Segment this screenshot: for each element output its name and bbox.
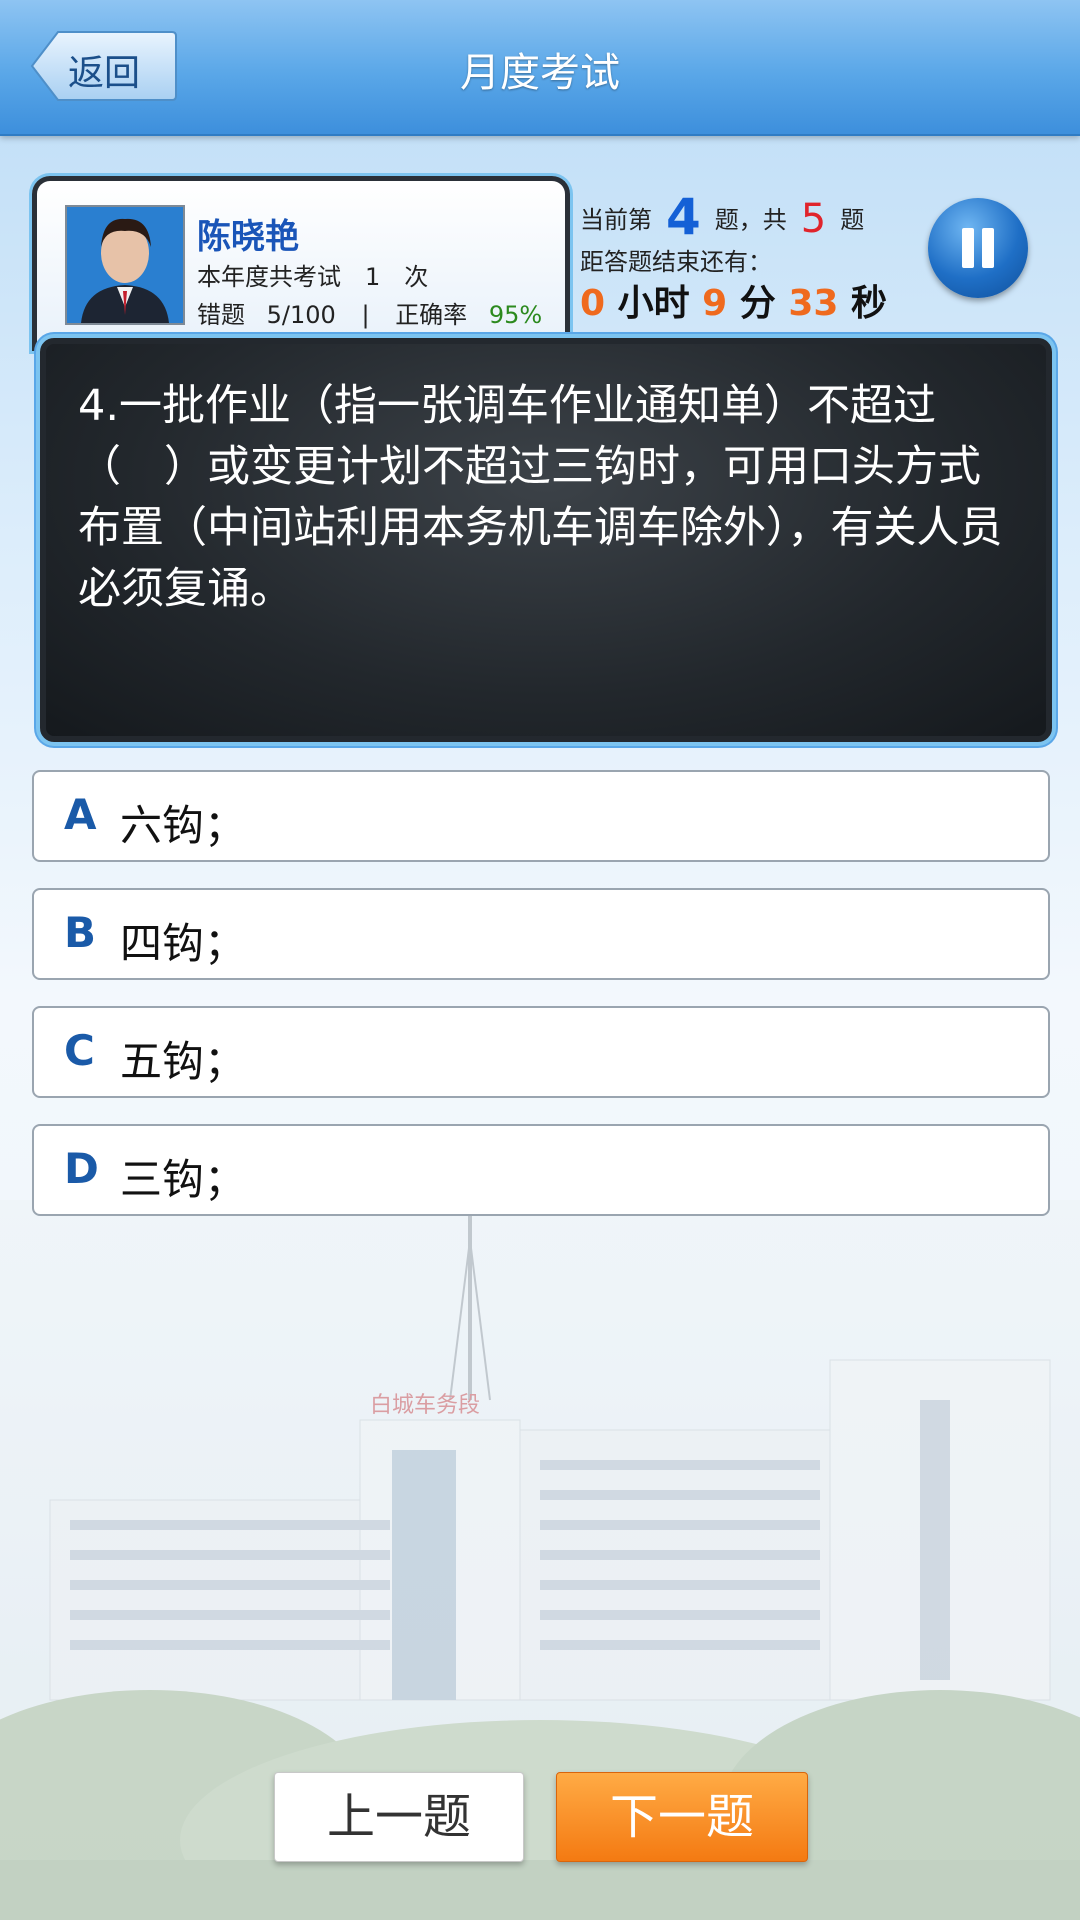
pause-button[interactable]	[928, 198, 1028, 298]
question-board: 4.一批作业（指一张调车作业通知单）不超过（ ）或变更计划不超过三钩时，可用口头…	[40, 338, 1052, 742]
user-profile-card: 陈晓艳 本年度共考试 1 次 错题 5/100 | 正确率 95%	[32, 176, 570, 351]
avatar	[65, 205, 185, 325]
total-prefix: 题，共	[714, 206, 787, 234]
next-question-button[interactable]: 下一题	[556, 1772, 808, 1862]
top-navigation-bar: 返回 月度考试	[0, 0, 1080, 136]
option-text: 四钩；	[120, 919, 247, 968]
option-text: 三钩；	[120, 1155, 247, 1204]
option-b[interactable]: B 四钩；	[32, 888, 1050, 980]
option-letter: A	[64, 790, 97, 839]
separator: |	[361, 301, 370, 329]
option-letter: D	[64, 1144, 99, 1193]
question-progress: 当前第 4 题，共 5 题 距答题结束还有： 0 小时 9 分 33 秒	[580, 170, 910, 324]
previous-question-button[interactable]: 上一题	[274, 1772, 524, 1862]
option-letter: C	[64, 1026, 95, 1075]
building-sign-text: 白城车务段	[370, 1393, 480, 1418]
option-a[interactable]: A 六钩；	[32, 770, 1050, 862]
background-building-image: 白城车务段	[0, 1200, 1080, 1920]
remaining-time-label: 距答题结束还有：	[580, 248, 772, 276]
wrong-label: 错题	[197, 301, 245, 329]
timer-seconds: 33	[788, 283, 839, 324]
countdown-timer: 0 小时 9 分 33 秒	[580, 274, 887, 326]
timer-hours-unit: 小时	[617, 283, 690, 324]
accuracy-value: 95%	[488, 301, 543, 329]
question-counter: 当前第 4 题，共 5 题	[580, 188, 864, 246]
annual-exam-count: 本年度共考试 1 次	[197, 263, 429, 291]
option-text: 六钩；	[120, 801, 247, 850]
option-letter: B	[64, 908, 97, 957]
user-name: 陈晓艳	[197, 217, 299, 257]
option-d[interactable]: D 三钩；	[32, 1124, 1050, 1216]
option-c[interactable]: C 五钩；	[32, 1006, 1050, 1098]
total-question-number: 5	[800, 196, 827, 242]
current-question-number: 4	[666, 188, 701, 246]
option-text: 五钩；	[120, 1037, 247, 1086]
total-suffix: 题	[840, 206, 865, 234]
timer-seconds-unit: 秒	[851, 283, 888, 324]
accuracy-label: 正确率	[395, 301, 468, 329]
timer-hours: 0	[580, 283, 606, 324]
wrong-value: 5/100	[266, 301, 336, 329]
timer-minutes: 9	[702, 283, 728, 324]
current-prefix: 当前第	[580, 206, 652, 234]
question-text: 4.一批作业（指一张调车作业通知单）不超过（ ）或变更计划不超过三钩时，可用口头…	[78, 381, 1003, 614]
timer-minutes-unit: 分	[739, 283, 776, 324]
page-title: 月度考试	[460, 50, 620, 96]
wrong-and-accuracy-line: 错题 5/100 | 正确率 95%	[197, 295, 542, 330]
